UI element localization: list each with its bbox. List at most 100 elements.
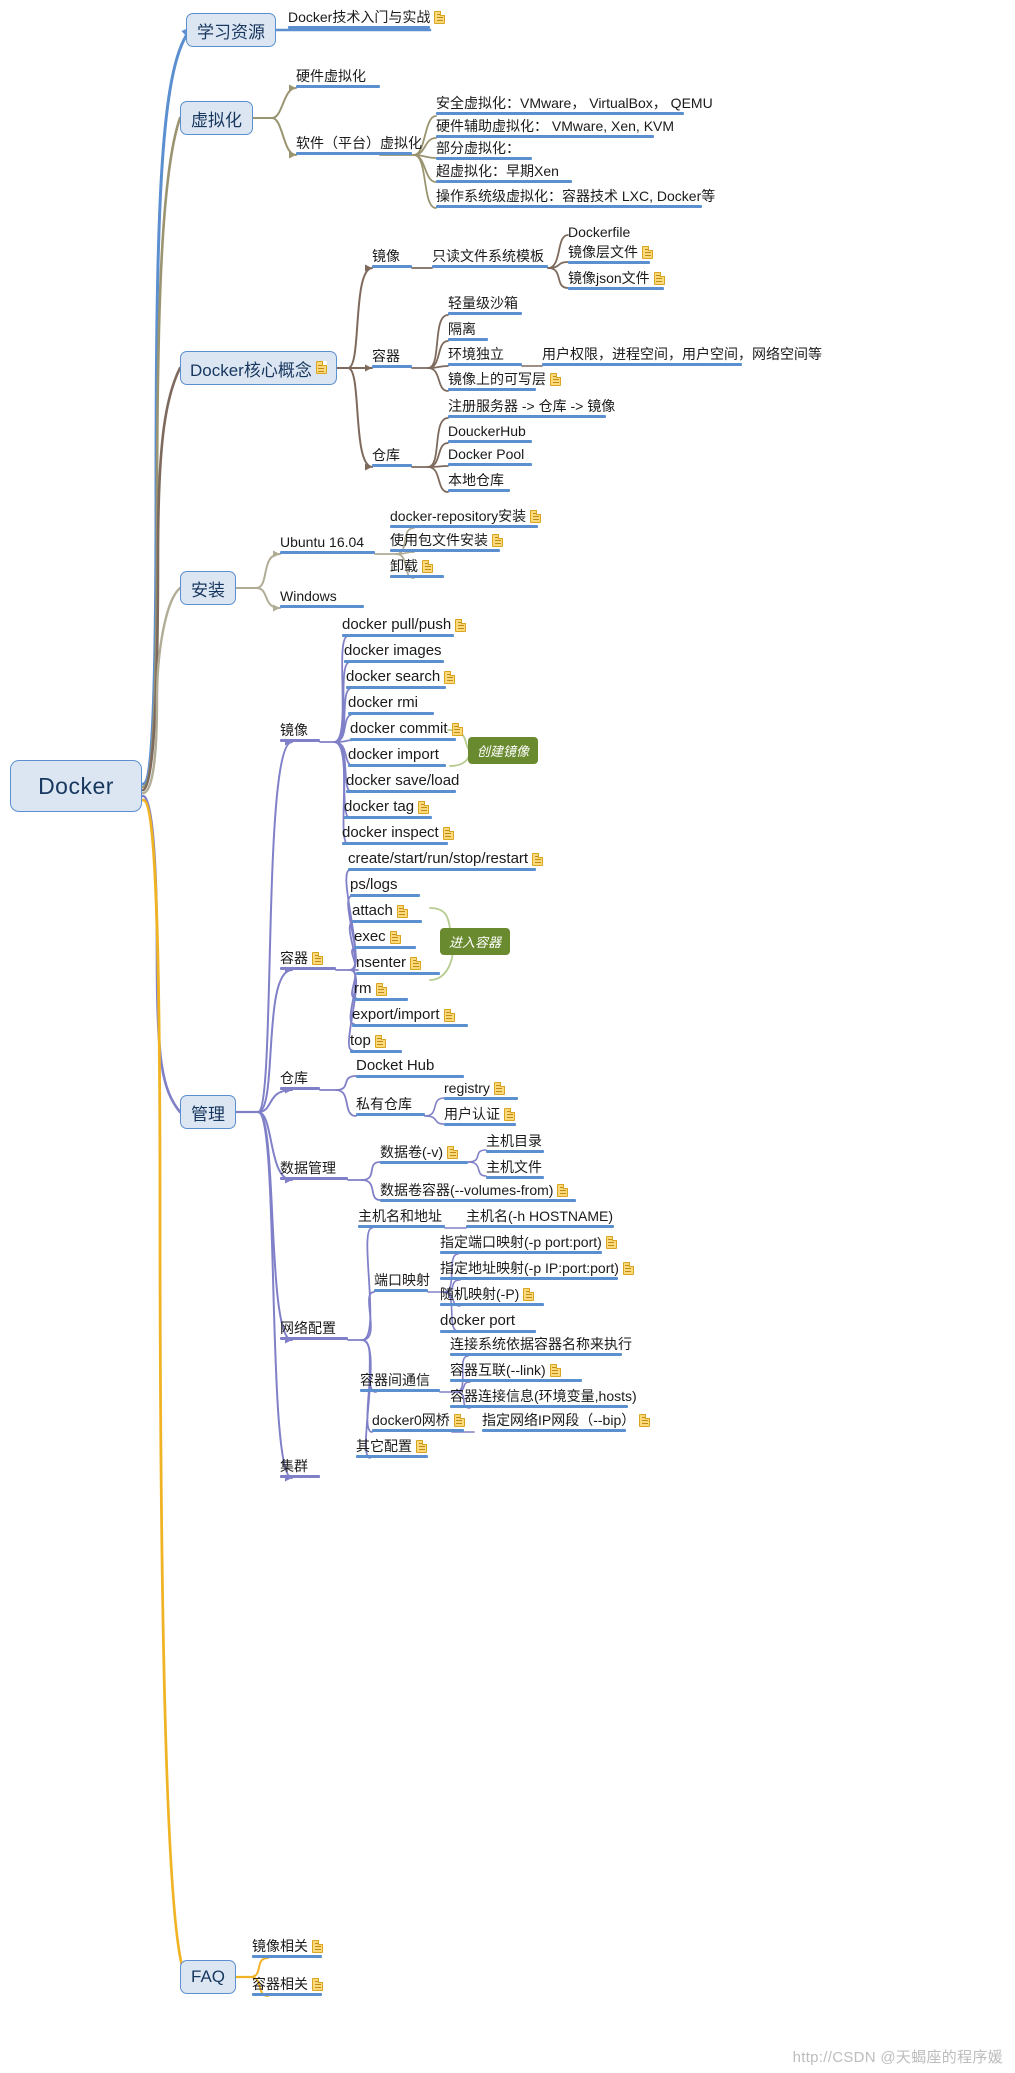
node-docker-pull-push[interactable]: docker pull/push xyxy=(342,617,467,637)
node-specify-bip[interactable]: 指定网络IP网段（--bip） xyxy=(482,1413,651,1432)
node-port-mapping[interactable]: 端口映射 xyxy=(374,1273,430,1292)
document-icon xyxy=(523,1287,535,1301)
node-network-config[interactable]: 网络配置 xyxy=(280,1321,348,1340)
root-node-docker[interactable]: Docker xyxy=(10,760,142,812)
node-hw-assisted-virtualization[interactable]: 硬件辅助虚拟化： VMware, Xen, KVM xyxy=(436,119,674,138)
node-secure-virtualization[interactable]: 安全虚拟化：VMware， VirtualBox， QEMU xyxy=(436,96,713,115)
node-docker-commit[interactable]: docker commit xyxy=(350,721,463,741)
node-exec[interactable]: exec xyxy=(354,929,416,949)
node-user-auth[interactable]: 用户认证 xyxy=(444,1107,516,1126)
node-nsenter[interactable]: nsenter xyxy=(356,955,440,975)
node-rm[interactable]: rm xyxy=(354,981,408,1001)
node-attach[interactable]: attach xyxy=(352,903,422,923)
node-image[interactable]: 镜像 xyxy=(372,249,412,268)
node-registry-flow[interactable]: 注册服务器 -> 仓库 -> 镜像 xyxy=(448,399,615,418)
node-env-independent[interactable]: 环境独立 xyxy=(448,347,522,366)
branch-label: 管理 xyxy=(191,1104,225,1124)
node-create-start-run[interactable]: create/start/run/stop/restart xyxy=(348,851,544,871)
branch-label: Docker核心概念 xyxy=(190,360,312,380)
node-mgmt-container[interactable]: 容器 xyxy=(280,951,336,970)
node-paravirtualization[interactable]: 超虚拟化：早期Xen xyxy=(436,164,572,183)
callout-create-image[interactable]: 创建镜像 xyxy=(468,737,539,764)
document-icon xyxy=(642,245,653,259)
node-repository[interactable]: 仓库 xyxy=(372,448,412,467)
branch-label: 学习资源 xyxy=(197,22,265,42)
node-container-communication[interactable]: 容器间通信 xyxy=(360,1373,440,1392)
document-icon xyxy=(434,10,446,24)
node-windows[interactable]: Windows xyxy=(280,589,364,608)
node-container-link-info[interactable]: 容器连接信息(环境变量,hosts) xyxy=(450,1389,637,1408)
node-other-config[interactable]: 其它配置 xyxy=(356,1439,428,1458)
node-readonly-fs-template[interactable]: 只读文件系统模板 xyxy=(432,249,548,268)
document-icon xyxy=(447,1145,458,1159)
node-docker-rmi[interactable]: docker rmi xyxy=(348,695,434,715)
node-docker-search[interactable]: docker search xyxy=(346,669,456,689)
node-mgmt-image[interactable]: 镜像 xyxy=(280,723,320,742)
node-data-volume-container[interactable]: 数据卷容器(--volumes-from) xyxy=(380,1183,576,1202)
node-container-link[interactable]: 容器互联(--link) xyxy=(450,1363,582,1382)
node-docker-pool[interactable]: Docker Pool xyxy=(448,447,532,466)
node-top[interactable]: top xyxy=(350,1033,402,1053)
document-icon xyxy=(443,1008,455,1022)
node-link-by-name[interactable]: 连接系统依据容器名称来执行 xyxy=(450,1337,632,1356)
node-software-virtualization[interactable]: 软件（平台）虚拟化 xyxy=(296,136,422,155)
node-cluster[interactable]: 集群 xyxy=(280,1459,320,1478)
document-icon xyxy=(312,951,323,965)
branch-learning-resources[interactable]: 学习资源 xyxy=(186,13,276,47)
node-mgmt-repository[interactable]: 仓库 xyxy=(280,1071,320,1090)
node-ps-logs[interactable]: ps/logs xyxy=(350,877,420,897)
node-container[interactable]: 容器 xyxy=(372,349,412,368)
callout-enter-container[interactable]: 进入容器 xyxy=(440,928,511,955)
node-image-layer-file[interactable]: 镜像层文件 xyxy=(568,245,653,264)
node-docket-hub[interactable]: Docket Hub xyxy=(356,1058,464,1078)
document-icon xyxy=(622,1261,634,1275)
node-os-level-virtualization[interactable]: 操作系统级虚拟化：容器技术 LXC, Docker等 xyxy=(436,189,715,208)
node-docker-repository-install[interactable]: docker-repository安装 xyxy=(390,509,542,528)
node-hostname-address[interactable]: 主机名和地址 xyxy=(358,1209,445,1228)
node-hardware-virtualization[interactable]: 硬件虚拟化 xyxy=(296,69,380,88)
node-docker-images[interactable]: docker images xyxy=(344,643,444,663)
node-docker-import[interactable]: docker import xyxy=(348,747,446,767)
node-partial-virtualization[interactable]: 部分虚拟化： xyxy=(436,141,532,160)
document-icon xyxy=(442,826,454,840)
node-private-repository[interactable]: 私有仓库 xyxy=(356,1097,425,1116)
node-data-volume[interactable]: 数据卷(-v) xyxy=(380,1145,468,1164)
node-random-mapping[interactable]: 随机映射(-P) xyxy=(440,1287,544,1306)
node-ubuntu-1604[interactable]: Ubuntu 16.04 xyxy=(280,535,375,554)
node-docker-book[interactable]: Docker技术入门与实战 xyxy=(288,10,446,29)
branch-core-concepts[interactable]: Docker核心概念 xyxy=(180,351,337,385)
root-label: Docker xyxy=(38,772,114,799)
node-specify-port-mapping[interactable]: 指定端口映射(-p port:port) xyxy=(440,1235,617,1254)
node-docker-inspect[interactable]: docker inspect xyxy=(342,825,454,845)
node-package-install[interactable]: 使用包文件安装 xyxy=(390,533,503,552)
node-docker-port[interactable]: docker port xyxy=(440,1313,536,1333)
document-icon xyxy=(422,559,433,573)
node-hostname-flag[interactable]: 主机名(-h HOSTNAME) xyxy=(466,1209,614,1228)
node-docker-save-load[interactable]: docker save/load xyxy=(346,773,459,793)
node-docker0-bridge[interactable]: docker0网桥 xyxy=(372,1413,465,1432)
node-registry[interactable]: registry xyxy=(444,1081,518,1100)
node-docker-tag[interactable]: docker tag xyxy=(344,799,432,819)
node-host-file[interactable]: 主机文件 xyxy=(486,1160,544,1179)
branch-faq[interactable]: FAQ xyxy=(180,1960,237,1994)
node-faq-image[interactable]: 镜像相关 xyxy=(252,1939,323,1958)
node-isolation[interactable]: 隔离 xyxy=(448,322,488,341)
node-specify-address-mapping[interactable]: 指定地址映射(-p IP:port:port) xyxy=(440,1261,634,1280)
node-env-independent-detail[interactable]: 用户权限，进程空间，用户空间，网络空间等 xyxy=(542,347,822,366)
node-faq-container[interactable]: 容器相关 xyxy=(252,1977,323,1996)
node-douckerhub[interactable]: DouckerHub xyxy=(448,424,532,443)
node-host-directory[interactable]: 主机目录 xyxy=(486,1134,544,1153)
branch-install[interactable]: 安装 xyxy=(180,571,236,605)
node-uninstall[interactable]: 卸载 xyxy=(390,559,444,578)
document-icon xyxy=(492,533,503,547)
branch-management[interactable]: 管理 xyxy=(180,1095,236,1129)
node-image-json-file[interactable]: 镜像json文件 xyxy=(568,271,665,290)
node-export-import[interactable]: export/import xyxy=(352,1007,468,1027)
node-dockerfile[interactable]: Dockerfile xyxy=(568,225,636,243)
node-lightweight-sandbox[interactable]: 轻量级沙箱 xyxy=(448,296,522,315)
node-local-repository[interactable]: 本地仓库 xyxy=(448,473,510,492)
document-icon xyxy=(653,271,665,285)
node-writable-layer[interactable]: 镜像上的可写层 xyxy=(448,372,561,391)
branch-virtualization[interactable]: 虚拟化 xyxy=(180,101,253,135)
node-data-management[interactable]: 数据管理 xyxy=(280,1161,348,1180)
